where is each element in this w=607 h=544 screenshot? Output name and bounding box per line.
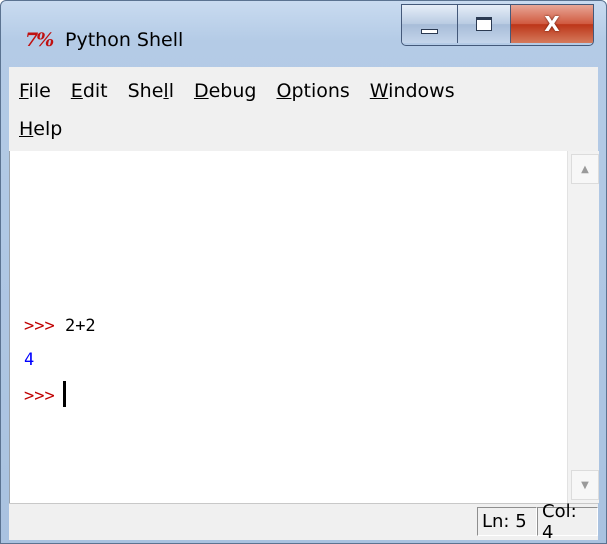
maximize-button[interactable] <box>458 5 511 43</box>
shell-line-output: 4 <box>24 350 34 370</box>
text-cursor <box>62 381 66 407</box>
menu-label: ebug <box>208 80 257 102</box>
shell-text-area[interactable]: >>> 2+2 4 >>> <box>9 151 568 503</box>
python-shell-window: 7% Python Shell X File Edit Shell Debug … <box>0 0 607 544</box>
menu-accelerator: H <box>19 118 34 140</box>
shell-prompt: >>> <box>24 316 55 336</box>
menu-edit[interactable]: Edit <box>61 80 118 102</box>
menu-label: l <box>168 80 174 102</box>
window-title: Python Shell <box>65 29 184 51</box>
vertical-scrollbar[interactable]: ▲ ▼ <box>567 151 599 503</box>
arrow-up-icon: ▲ <box>581 163 589 175</box>
menu-shell[interactable]: Shell <box>118 80 184 102</box>
menu-file[interactable]: File <box>9 80 61 102</box>
scroll-down-button[interactable]: ▼ <box>571 470 599 500</box>
minimize-button[interactable] <box>402 5 458 43</box>
shell-output: 4 <box>24 350 35 370</box>
menu-accelerator: O <box>276 80 292 102</box>
menu-label: ptions <box>291 80 350 102</box>
menu-row: Help <box>9 109 72 149</box>
menu-accelerator: W <box>369 80 389 102</box>
menu-bar: File Edit Shell Debug Options Windows He… <box>9 67 598 155</box>
window-controls: X <box>401 4 594 46</box>
shell-input: 2+2 <box>54 316 96 336</box>
menu-label: indows <box>388 80 455 102</box>
menu-debug[interactable]: Debug <box>184 80 267 102</box>
shell-line-input: >>> 2+2 <box>24 316 96 336</box>
line-number-indicator: Ln: 5 <box>477 507 537 536</box>
shell-line-current: >>> <box>24 381 66 407</box>
minimize-icon <box>421 28 438 34</box>
menu-help[interactable]: Help <box>9 118 72 140</box>
shell-prompt: >>> <box>24 386 55 406</box>
menu-accelerator: E <box>70 80 83 102</box>
menu-row: File Edit Shell Debug Options Windows <box>9 71 465 111</box>
scroll-up-button[interactable]: ▲ <box>571 154 599 184</box>
menu-options[interactable]: Options <box>266 80 359 102</box>
menu-label: ile <box>28 80 51 102</box>
close-button[interactable]: X <box>511 5 593 43</box>
tk-feather-icon: 7% <box>25 29 54 51</box>
column-number-indicator: Col: 4 <box>537 501 598 543</box>
close-icon: X <box>544 12 560 36</box>
menu-accelerator: D <box>193 80 209 102</box>
menu-accelerator: F <box>19 80 29 102</box>
status-bar: Ln: 5 Col: 4 <box>9 501 598 543</box>
menu-label: She <box>127 80 164 102</box>
arrow-down-icon: ▼ <box>581 479 589 491</box>
menu-windows[interactable]: Windows <box>360 80 465 102</box>
menu-label: dit <box>82 80 108 102</box>
menu-label: elp <box>33 118 63 140</box>
maximize-icon <box>476 17 492 31</box>
title-bar[interactable]: 7% Python Shell X <box>1 1 606 59</box>
